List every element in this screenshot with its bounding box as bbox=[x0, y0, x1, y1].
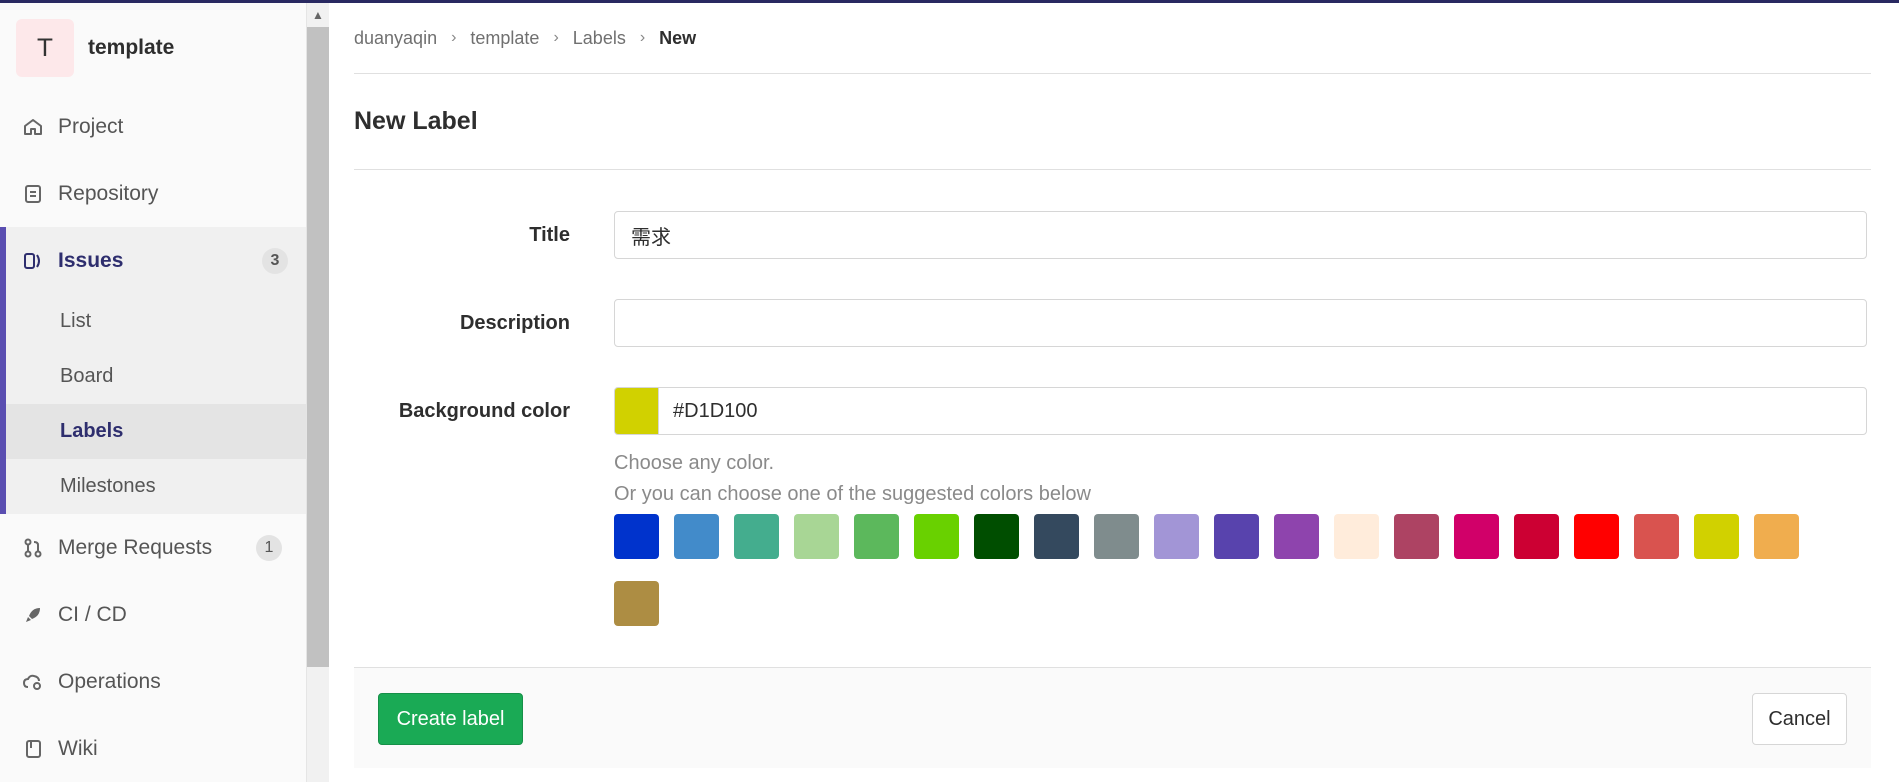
color-help-suggested: Or you can choose one of the suggested c… bbox=[614, 483, 1091, 505]
color-swatch[interactable] bbox=[1454, 514, 1499, 559]
sidebar-subitem-list[interactable]: List bbox=[6, 294, 306, 349]
color-swatch[interactable] bbox=[734, 514, 779, 559]
sidebar-subitem-board[interactable]: Board bbox=[6, 349, 306, 404]
color-swatch[interactable] bbox=[794, 514, 839, 559]
color-swatch[interactable] bbox=[1694, 514, 1739, 559]
chevron-right-icon: › bbox=[451, 29, 457, 46]
color-swatch[interactable] bbox=[1514, 514, 1559, 559]
merge-requests-count-badge: 1 bbox=[256, 534, 282, 561]
sidebar-item-label: Repository bbox=[58, 181, 159, 205]
cloud-gear-icon bbox=[22, 671, 44, 693]
color-swatch[interactable] bbox=[1034, 514, 1079, 559]
document-icon bbox=[22, 183, 44, 205]
sidebar-item-label: Wiki bbox=[58, 736, 98, 760]
sidebar-item-merge-requests[interactable]: Merge Requests 1 bbox=[0, 514, 306, 581]
scrollbar-thumb[interactable] bbox=[307, 27, 329, 667]
chevron-right-icon: › bbox=[639, 29, 646, 46]
description-label: Description bbox=[459, 312, 570, 334]
color-swatch[interactable] bbox=[914, 514, 959, 559]
page-title: New Label bbox=[354, 74, 1871, 170]
new-label-form: Title 需求 Description Background color #D… bbox=[354, 170, 1871, 666]
breadcrumb-item-user[interactable]: duanyaqin bbox=[354, 28, 437, 49]
color-swatch[interactable] bbox=[1754, 514, 1799, 559]
color-swatch[interactable] bbox=[854, 514, 899, 559]
main-content: duanyaqin › template › Labels › New New … bbox=[354, 3, 1871, 768]
title-label: Title bbox=[529, 224, 570, 246]
project-avatar: T bbox=[16, 19, 74, 77]
form-footer: Create label Cancel bbox=[354, 667, 1871, 768]
issues-group: Issues 3 List Board Labels Milestones bbox=[0, 227, 306, 514]
book-icon bbox=[22, 738, 44, 760]
merge-request-icon bbox=[22, 537, 44, 559]
sidebar-item-label: Issues bbox=[58, 248, 124, 272]
color-swatch[interactable] bbox=[1574, 514, 1619, 559]
title-input[interactable]: 需求 bbox=[614, 211, 1867, 259]
sidebar-scrollbar[interactable]: ▲ bbox=[307, 3, 329, 782]
color-swatch[interactable] bbox=[1394, 514, 1439, 559]
color-swatch[interactable] bbox=[614, 581, 659, 626]
issues-count-badge: 3 bbox=[262, 247, 288, 274]
color-swatch[interactable] bbox=[1154, 514, 1199, 559]
home-icon bbox=[22, 116, 44, 138]
color-swatch[interactable] bbox=[674, 514, 719, 559]
sidebar-item-operations[interactable]: Operations bbox=[0, 648, 306, 715]
description-input[interactable] bbox=[614, 299, 1867, 347]
suggested-colors bbox=[614, 514, 1867, 648]
breadcrumb-item-current[interactable]: New bbox=[659, 28, 696, 49]
breadcrumb: duanyaqin › template › Labels › New bbox=[354, 3, 1871, 74]
sidebar-item-wiki[interactable]: Wiki bbox=[0, 715, 306, 782]
color-swatch[interactable] bbox=[1274, 514, 1319, 559]
color-preview-swatch[interactable] bbox=[614, 387, 659, 435]
sidebar-item-issues[interactable]: Issues 3 bbox=[6, 227, 306, 294]
create-label-button[interactable]: Create label bbox=[378, 693, 523, 745]
color-swatch[interactable] bbox=[1334, 514, 1379, 559]
issues-icon bbox=[22, 250, 44, 272]
background-color-label: Background color bbox=[398, 400, 570, 422]
background-color-input[interactable]: #D1D100 bbox=[658, 387, 1867, 435]
sidebar-subitem-labels[interactable]: Labels bbox=[6, 404, 306, 459]
color-swatch[interactable] bbox=[1214, 514, 1259, 559]
sidebar-item-label: Operations bbox=[58, 669, 161, 693]
color-swatch[interactable] bbox=[1094, 514, 1139, 559]
color-swatch[interactable] bbox=[974, 514, 1019, 559]
color-swatch[interactable] bbox=[614, 514, 659, 559]
sidebar-item-repository[interactable]: Repository bbox=[0, 160, 306, 227]
sidebar-item-label: Project bbox=[58, 114, 124, 138]
cancel-button[interactable]: Cancel bbox=[1752, 693, 1847, 745]
sidebar-item-project[interactable]: Project bbox=[0, 93, 306, 160]
chevron-right-icon: › bbox=[553, 29, 559, 46]
sidebar-item-label: Merge Requests bbox=[58, 535, 213, 559]
color-help-any: Choose any color. bbox=[614, 452, 775, 474]
sidebar-item-label: CI / CD bbox=[58, 602, 127, 626]
sidebar-item-ci-cd[interactable]: CI / CD bbox=[0, 581, 306, 648]
project-header[interactable]: T template bbox=[0, 3, 306, 93]
project-name: template bbox=[88, 36, 175, 59]
breadcrumb-item-project[interactable]: template bbox=[470, 28, 539, 49]
breadcrumb-item-labels[interactable]: Labels bbox=[573, 28, 626, 49]
color-swatch[interactable] bbox=[1634, 514, 1679, 559]
sidebar-subitem-milestones[interactable]: Milestones bbox=[6, 459, 306, 514]
sidebar: T template Project Repository Issues 3 L… bbox=[0, 3, 307, 782]
scroll-up-arrow-icon[interactable]: ▲ bbox=[307, 3, 329, 27]
rocket-icon bbox=[22, 604, 44, 626]
